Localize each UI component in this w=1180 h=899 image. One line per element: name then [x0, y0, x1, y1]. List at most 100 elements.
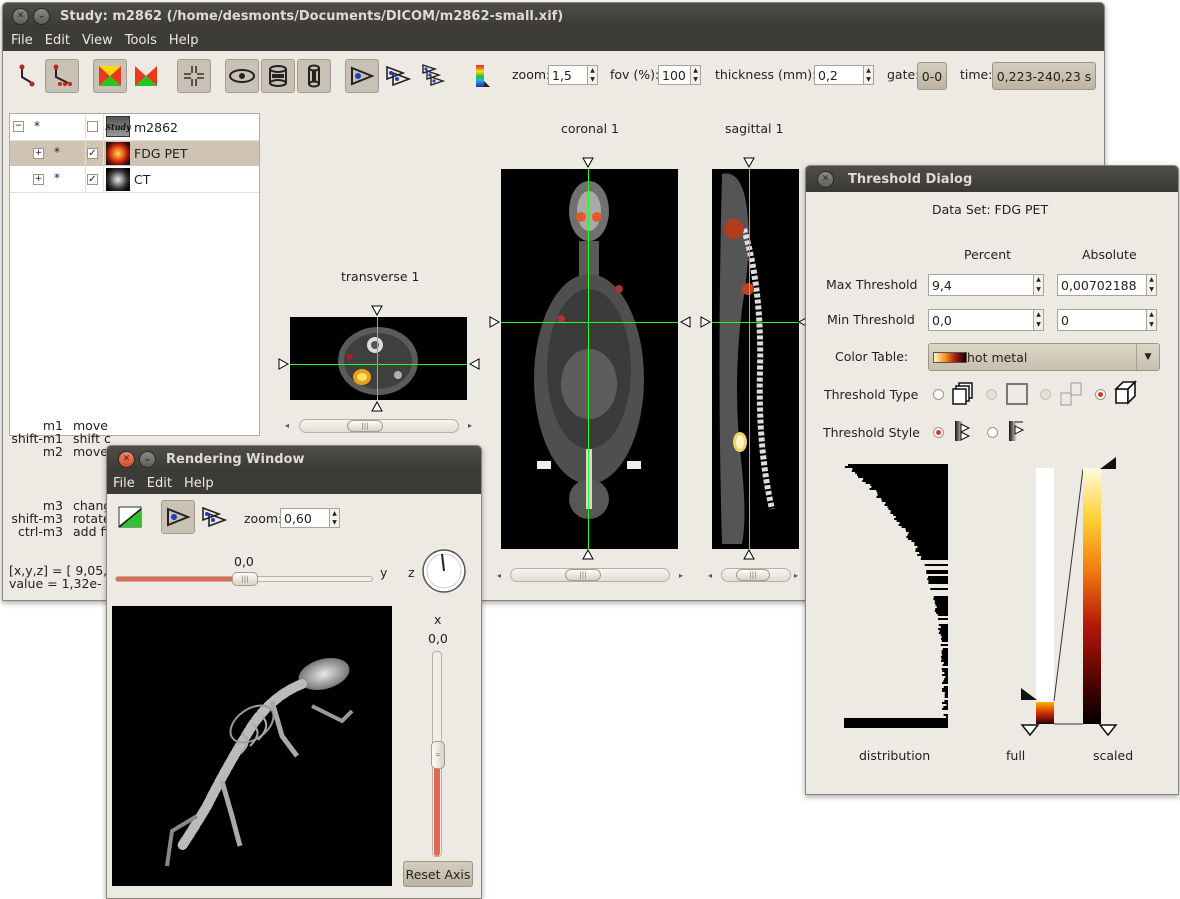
crosshair-handle-icon[interactable]	[679, 316, 691, 328]
view-sagittal-button[interactable]	[297, 59, 331, 93]
tree-checkbox[interactable]: ✓	[87, 174, 98, 185]
type-per-frame-radio[interactable]	[986, 389, 997, 400]
thickness-input[interactable]: 0,2	[814, 65, 864, 85]
linked-views-button[interactable]	[177, 59, 211, 93]
tree-row-fdg-pet[interactable]: + * ✓ FDG PET	[10, 141, 259, 166]
rendering-stereo-button[interactable]	[197, 500, 231, 534]
scroll-right-icon[interactable]: ▸	[468, 421, 472, 430]
fov-spin[interactable]: ▲ ▼	[691, 65, 701, 85]
expand-icon[interactable]: +	[33, 174, 44, 185]
z-rotation-dial[interactable]	[421, 548, 467, 594]
minimize-icon[interactable]: ⌄	[139, 450, 156, 468]
zoom-spin[interactable]: ▲ ▼	[588, 65, 598, 85]
full-min-marker-icon[interactable]	[1020, 723, 1040, 737]
min-percent-input[interactable]: 0,0	[928, 309, 1034, 331]
max-absolute-input[interactable]: 0,00702188	[1057, 274, 1147, 296]
crosshair-handle-icon[interactable]	[371, 305, 383, 317]
x-slider-thumb[interactable]: =	[431, 741, 445, 769]
menu-file[interactable]: File	[107, 476, 141, 491]
scroll-right-icon[interactable]: ▸	[679, 571, 683, 580]
tree-row-study[interactable]: − * Study m2862	[10, 114, 259, 141]
scroll-thumb[interactable]: |||	[736, 569, 770, 581]
y-slider[interactable]: |||	[115, 572, 373, 586]
scroll-thumb[interactable]: |||	[565, 569, 601, 581]
menu-edit[interactable]: Edit	[39, 33, 76, 48]
crosshair-handle-icon[interactable]	[743, 549, 755, 561]
color-table-combo[interactable]: hot metal ▼	[928, 343, 1160, 371]
tree-row-ct[interactable]: + * ✓ CT	[10, 167, 259, 193]
coronal-view[interactable]	[501, 169, 678, 549]
view-coronal-button[interactable]	[261, 59, 295, 93]
layout-triple-button[interactable]	[417, 59, 451, 93]
scroll-thumb[interactable]: |||	[347, 420, 383, 432]
tree-checkbox[interactable]: ✓	[87, 148, 98, 159]
scroll-left-icon[interactable]: ◂	[708, 571, 712, 580]
crosshair-handle-icon[interactable]	[371, 401, 383, 413]
close-icon[interactable]: ✕	[12, 7, 29, 25]
crosshair-handle-icon[interactable]	[489, 316, 501, 328]
crosshair-handle-icon[interactable]	[582, 549, 594, 561]
color-table-button[interactable]	[465, 59, 499, 93]
distribution-histogram[interactable]	[844, 464, 948, 728]
transfer-function-button[interactable]	[113, 500, 147, 534]
transverse-view[interactable]	[290, 317, 467, 400]
min-absolute-input[interactable]: 0	[1057, 309, 1147, 331]
crosshair-handle-icon[interactable]	[278, 358, 290, 370]
sagittal-scrollbar[interactable]: |||	[721, 568, 791, 582]
time-button[interactable]: 0,223-240,23 s	[992, 62, 1096, 90]
menu-tools[interactable]: Tools	[119, 33, 163, 48]
multi-roi-button[interactable]	[45, 59, 79, 93]
scroll-left-icon[interactable]: ◂	[497, 571, 501, 580]
min-percent-spin[interactable]: ▲ ▼	[1034, 309, 1044, 331]
transverse-scrollbar[interactable]: |||	[299, 419, 459, 433]
type-per-slice-radio[interactable]	[933, 389, 944, 400]
reset-axis-button[interactable]: Reset Axis	[403, 861, 473, 887]
tree-checkbox[interactable]	[87, 121, 98, 132]
crosshair-handle-icon[interactable]	[700, 316, 712, 328]
rendering-zoom-spin[interactable]: ▲ ▼	[330, 508, 340, 528]
crosshair-handle-icon[interactable]	[582, 157, 594, 169]
coronal-scrollbar[interactable]: |||	[510, 568, 670, 582]
scroll-left-icon[interactable]: ◂	[285, 421, 289, 430]
fusion-overlay-button[interactable]	[129, 59, 163, 93]
y-slider-thumb[interactable]: |||	[232, 572, 258, 586]
rendering-zoom-input[interactable]: 0,60	[280, 508, 330, 528]
minimize-icon[interactable]: ⌄	[33, 7, 50, 25]
menu-help[interactable]: Help	[163, 33, 205, 48]
x-slider[interactable]: =	[431, 651, 445, 857]
sagittal-view[interactable]	[712, 169, 799, 549]
max-percent-spin[interactable]: ▲ ▼	[1034, 274, 1044, 296]
view-transverse-button[interactable]	[225, 59, 259, 93]
single-roi-button[interactable]	[9, 59, 43, 93]
fusion-blend-button[interactable]	[93, 59, 127, 93]
style-center-width-radio[interactable]	[987, 427, 998, 438]
layout-double-button[interactable]	[381, 59, 415, 93]
gate-button[interactable]: 0-0	[917, 62, 947, 90]
type-global-radio[interactable]	[1095, 389, 1106, 400]
rendering-single-button[interactable]	[161, 500, 195, 534]
menu-view[interactable]: View	[76, 33, 119, 48]
full-max-marker-icon[interactable]	[1019, 686, 1039, 702]
3d-render-view[interactable]	[112, 606, 392, 886]
menu-help[interactable]: Help	[178, 476, 220, 491]
scaled-min-marker-icon[interactable]	[1098, 723, 1118, 737]
max-absolute-spin[interactable]: ▲ ▼	[1147, 274, 1157, 296]
menu-file[interactable]: File	[5, 33, 39, 48]
crosshair-handle-icon[interactable]	[468, 358, 480, 370]
type-interpolated-radio[interactable]	[1040, 389, 1051, 400]
zoom-input[interactable]: 1,5	[548, 65, 588, 85]
max-percent-input[interactable]: 9,4	[928, 274, 1034, 296]
fov-input[interactable]: 100	[658, 65, 691, 85]
expand-icon[interactable]: +	[33, 148, 44, 159]
layout-single-button[interactable]	[345, 59, 379, 93]
crosshair-handle-icon[interactable]	[743, 157, 755, 169]
scroll-right-icon[interactable]: ▸	[794, 571, 798, 580]
scaled-max-marker-icon[interactable]	[1098, 455, 1118, 471]
menu-edit[interactable]: Edit	[141, 476, 178, 491]
min-absolute-spin[interactable]: ▲ ▼	[1147, 309, 1157, 331]
thickness-spin[interactable]: ▲ ▼	[864, 65, 874, 85]
close-icon[interactable]: ✕	[817, 170, 834, 188]
close-icon[interactable]: ✕	[118, 450, 135, 468]
style-min-max-radio[interactable]	[933, 427, 944, 438]
collapse-icon[interactable]: −	[13, 121, 24, 132]
